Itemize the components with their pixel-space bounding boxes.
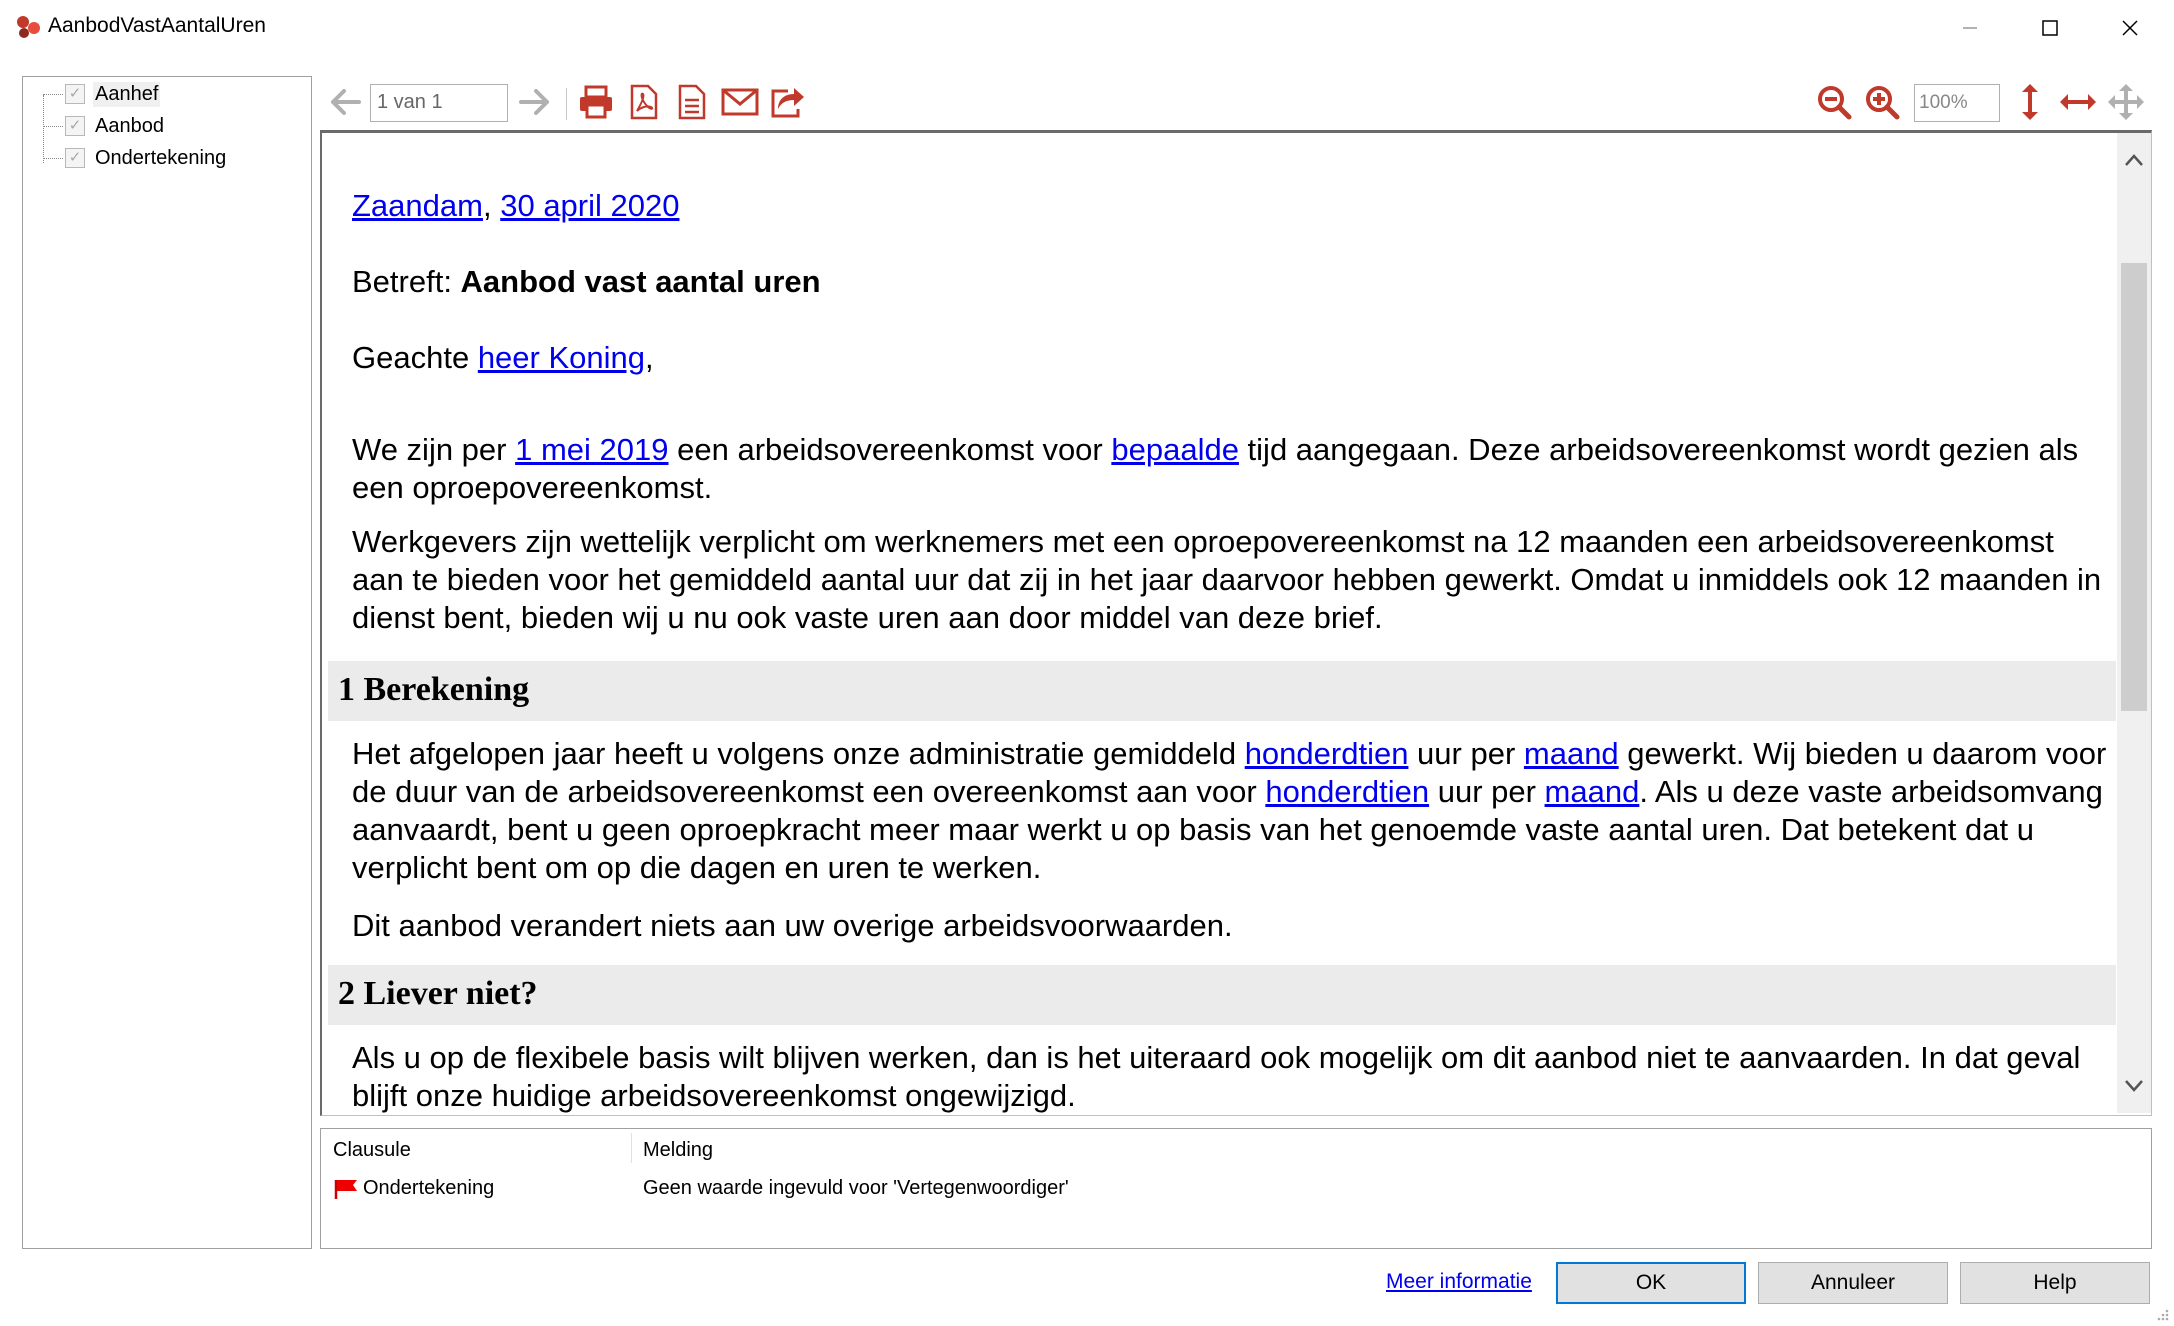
move-icon <box>2108 84 2144 120</box>
recipient-name-field[interactable]: heer Koning <box>478 340 645 375</box>
tree-item-ondertekening[interactable]: ✓ Ondertekening <box>43 143 228 173</box>
tree-item-aanbod[interactable]: ✓ Aanbod <box>43 111 166 141</box>
paragraph-legal: Werkgevers zijn wettelijk verplicht om w… <box>352 524 2102 635</box>
preview-toolbar: 1 van 1 100% <box>320 76 2152 132</box>
next-page-button[interactable] <box>514 82 554 122</box>
minimize-button[interactable] <box>1930 0 2010 56</box>
paragraph-conditions: Dit aanbod verandert niets aan uw overig… <box>352 908 1233 943</box>
checkbox-aanbod[interactable]: ✓ <box>65 116 85 136</box>
minimize-icon <box>1963 27 1977 29</box>
print-button[interactable] <box>576 82 616 122</box>
scroll-up-button[interactable] <box>2117 133 2151 187</box>
place-date-line: Zaandam, 30 april 2020 <box>352 187 2112 225</box>
hours-field[interactable]: honderdtien <box>1265 774 1429 809</box>
ok-button[interactable]: OK <box>1556 1262 1746 1304</box>
subject-prefix: Betreft: <box>352 264 461 299</box>
validation-messages: Clausule Melding Ondertekening Geen waar… <box>320 1128 2152 1249</box>
toolbar-divider <box>566 88 567 120</box>
hours-field[interactable]: honderdtien <box>1245 736 1409 771</box>
scroll-down-button[interactable] <box>2117 1059 2151 1113</box>
document-icon <box>678 84 706 120</box>
cancel-button[interactable]: Annuleer <box>1758 1262 1948 1304</box>
email-button[interactable] <box>720 82 760 122</box>
tree-item-label: Aanhef <box>93 81 161 107</box>
close-icon <box>2122 20 2138 36</box>
section-heading-liever-niet: 2 Liever niet? <box>328 965 2116 1025</box>
date-field[interactable]: 30 april 2020 <box>500 188 679 223</box>
clause-tree: ✓ Aanhef ✓ Aanbod ✓ Ondertekening <box>22 76 312 1249</box>
message-row-clause[interactable]: Ondertekening <box>333 1177 494 1200</box>
text-run: Het afgelopen jaar heeft u volgens onze … <box>352 736 1245 771</box>
message-text: Geen waarde ingevuld voor 'Vertegenwoord… <box>643 1177 1069 1199</box>
section-heading-berekening: 1 Berekening <box>328 661 2116 721</box>
close-button[interactable] <box>2090 0 2170 56</box>
help-button[interactable]: Help <box>1960 1262 2150 1304</box>
maximize-icon <box>2042 20 2058 36</box>
subject-line: Betreft: Aanbod vast aantal uren <box>352 263 2112 301</box>
text-run: We zijn per <box>352 432 516 467</box>
scrollbar-thumb[interactable] <box>2121 263 2147 711</box>
share-button[interactable] <box>768 82 808 122</box>
app-icon <box>14 14 46 42</box>
text-run: een arbeidsovereenkomst voor <box>668 432 1112 467</box>
message-clause: Ondertekening <box>363 1177 495 1199</box>
message-row-text[interactable]: Geen waarde ingevuld voor 'Vertegenwoord… <box>643 1177 1069 1200</box>
fit-height-button[interactable] <box>2010 82 2050 122</box>
tree-item-label: Aanbod <box>95 114 164 137</box>
place-field[interactable]: Zaandam <box>352 188 483 223</box>
page-number-field[interactable]: 1 van 1 <box>370 84 508 122</box>
zoom-in-icon <box>1866 86 1900 120</box>
column-divider <box>631 1133 632 1163</box>
zoom-out-icon <box>1818 86 1852 120</box>
zoom-level-field[interactable]: 100% <box>1914 84 2000 122</box>
paragraph-calculation: Het afgelopen jaar heeft u volgens onze … <box>352 735 2112 887</box>
start-date-field[interactable]: 1 mei 2019 <box>515 432 668 467</box>
fit-width-icon <box>2060 94 2096 110</box>
share-icon <box>771 88 804 118</box>
title-bar: AanbodVastAantalUren <box>0 0 2174 56</box>
window-title: AanbodVastAantalUren <box>48 14 266 37</box>
pdf-icon <box>630 84 658 120</box>
text-run: uur per <box>1408 736 1524 771</box>
paragraph-decline: Als u op de flexibele basis wilt blijven… <box>352 1040 2081 1113</box>
zoom-in-button[interactable] <box>1862 82 1902 122</box>
more-info-link[interactable]: Meer informatie <box>1386 1270 1532 1294</box>
greeting-line: Geachte heer Koning, <box>352 339 2112 377</box>
arrow-left-icon <box>331 89 361 115</box>
document-page: Zaandam, 30 april 2020 Betreft: Aanbod v… <box>322 133 2116 1113</box>
period-field[interactable]: maand <box>1545 774 1640 809</box>
chevron-up-icon <box>2125 154 2143 166</box>
greeting-suffix: , <box>645 340 654 375</box>
fit-page-button[interactable] <box>2106 82 2146 122</box>
checkbox-aanhef[interactable]: ✓ <box>65 84 85 104</box>
red-flag-icon <box>334 1179 357 1199</box>
arrow-right-icon <box>519 89 549 115</box>
resize-grip-icon[interactable] <box>2154 1306 2170 1322</box>
subject-text: Aanbod vast aantal uren <box>460 264 821 299</box>
separator-text: , <box>482 188 492 223</box>
paragraph-intro: We zijn per 1 mei 2019 een arbeidsoveree… <box>352 431 2112 507</box>
tree-item-aanhef[interactable]: ✓ Aanhef <box>43 79 161 109</box>
checkbox-ondertekening[interactable]: ✓ <box>65 148 85 168</box>
contract-type-field[interactable]: bepaalde <box>1111 432 1239 467</box>
tree-item-label: Ondertekening <box>95 146 227 169</box>
period-field[interactable]: maand <box>1524 736 1619 771</box>
fit-width-button[interactable] <box>2058 82 2098 122</box>
maximize-button[interactable] <box>2010 0 2090 56</box>
fit-height-icon <box>2022 84 2038 120</box>
column-header-clause[interactable]: Clausule <box>333 1139 411 1162</box>
document-preview: Zaandam, 30 april 2020 Betreft: Aanbod v… <box>320 130 2152 1116</box>
print-icon <box>580 85 612 119</box>
previous-page-button[interactable] <box>326 82 366 122</box>
chevron-down-icon <box>2125 1080 2143 1092</box>
export-document-button[interactable] <box>672 82 712 122</box>
vertical-scrollbar[interactable] <box>2117 133 2151 1113</box>
export-pdf-button[interactable] <box>624 82 664 122</box>
zoom-out-button[interactable] <box>1814 82 1854 122</box>
text-run: uur per <box>1429 774 1545 809</box>
column-header-message[interactable]: Melding <box>643 1139 713 1162</box>
mail-icon <box>721 88 759 116</box>
greeting-prefix: Geachte <box>352 340 478 375</box>
